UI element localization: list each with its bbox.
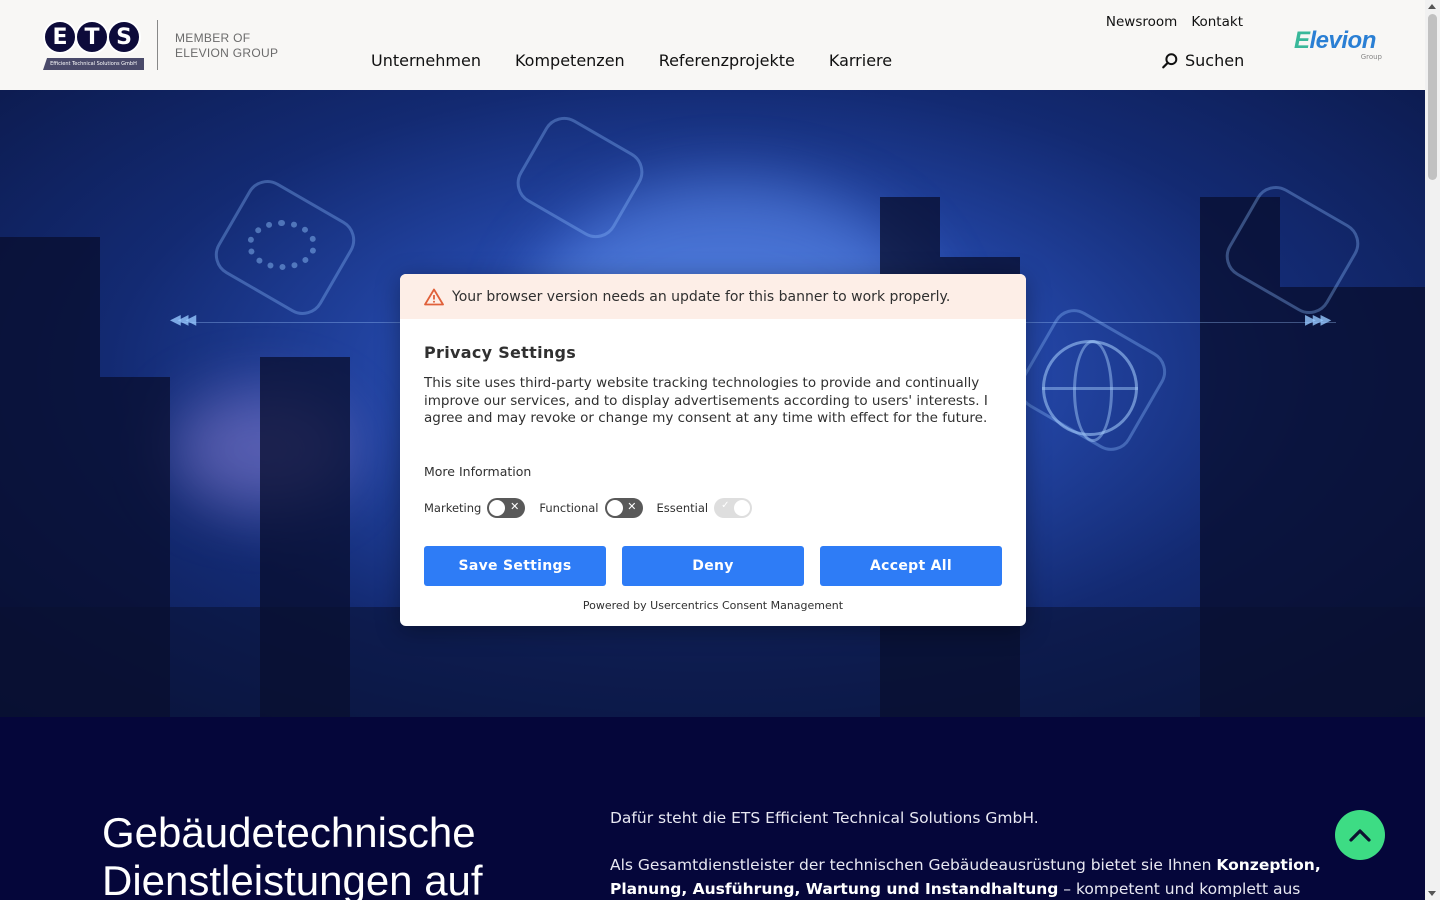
deny-button[interactable]: Deny [622, 546, 804, 586]
section-heading: Gebäudetechnische Dienstleistungen auf [102, 809, 483, 900]
nav-kompetenzen[interactable]: Kompetenzen [515, 51, 625, 70]
toggle-knob [734, 500, 751, 516]
logo-divider [157, 20, 158, 70]
network-line [1026, 322, 1336, 323]
toggle-label-essential: Essential [656, 501, 709, 515]
logo-letter-e: E [43, 20, 77, 54]
nav-unternehmen[interactable]: Unternehmen [371, 51, 481, 70]
gear-icon [247, 220, 317, 270]
logo-circles: E T S [43, 20, 141, 54]
dialog-description: This site uses third-party website track… [424, 375, 988, 426]
toggle-knob [606, 500, 623, 516]
elevion-group-label: Group [1360, 53, 1382, 61]
check-icon: ✓ [721, 500, 730, 511]
privacy-settings-dialog: Your browser version needs an update for… [400, 274, 1026, 626]
essential-toggle: ✓ [714, 498, 753, 518]
warning-icon [424, 288, 444, 305]
scrollbar-thumb[interactable] [1428, 14, 1437, 180]
section-text: Als Gesamtdienstleister der technischen … [610, 853, 1330, 900]
nav-referenzprojekte[interactable]: Referenzprojekte [659, 51, 795, 70]
elevion-logo[interactable]: Elevion Group [1294, 27, 1386, 63]
elevion-word-rest: levion [1309, 27, 1377, 54]
nav-karriere[interactable]: Karriere [829, 51, 892, 70]
browser-warning: Your browser version needs an update for… [400, 274, 1026, 319]
top-nav: Newsroom Kontakt [1106, 14, 1243, 30]
main-nav: Unternehmen Kompetenzen Referenzprojekte… [371, 51, 926, 70]
member-line-1: MEMBER OF [175, 31, 251, 45]
warning-text: Your browser version needs an update for… [452, 288, 951, 305]
dialog-buttons: Save Settings Deny Accept All [424, 546, 1002, 586]
back-to-top-button[interactable] [1335, 810, 1385, 860]
section-text-pre: Als Gesamtdienstleister der technischen … [610, 856, 1217, 874]
chevron-up-icon [1349, 829, 1371, 842]
close-icon: ✕ [627, 500, 637, 513]
arrow-left-icon: ◀◀◀ [170, 312, 196, 328]
member-line-2: ELEVION GROUP [175, 46, 279, 60]
globe-icon [1042, 340, 1138, 442]
toggle-label-marketing: Marketing [424, 501, 482, 515]
toggle-knob [489, 500, 506, 516]
functional-toggle[interactable]: ✕ [604, 498, 643, 518]
more-information-link[interactable]: More Information [424, 464, 531, 479]
nav-kontakt[interactable]: Kontakt [1191, 14, 1243, 30]
site-header: E T S Efficient Technical Solutions GmbH… [0, 0, 1425, 90]
powered-by-label: Powered by Usercentrics Consent Manageme… [582, 599, 844, 612]
accept-all-button[interactable]: Accept All [820, 546, 1002, 586]
toggle-label-functional: Functional [539, 501, 599, 515]
elevion-first-letter: E [1294, 27, 1310, 54]
member-of-label: MEMBER OF ELEVION GROUP [175, 31, 278, 61]
save-settings-button[interactable]: Save Settings [424, 546, 606, 586]
nav-newsroom[interactable]: Newsroom [1106, 14, 1177, 30]
logo-letter-s: S [107, 20, 141, 54]
consent-toggles: Marketing ✕ Functional ✕ Essential ✓ [424, 498, 760, 518]
search-label: Suchen [1185, 51, 1245, 70]
search-icon [1162, 52, 1178, 68]
close-icon: ✕ [510, 500, 520, 513]
intro-section: Gebäudetechnische Dienstleistungen auf D… [0, 717, 1425, 900]
logo-letter-t: T [75, 20, 109, 54]
scroll-down-arrow[interactable] [1428, 891, 1436, 896]
network-line [180, 322, 400, 323]
page-scrollbar[interactable] [1425, 0, 1440, 900]
ets-logo[interactable]: E T S Efficient Technical Solutions GmbH [43, 20, 145, 72]
logo-subtitle: Efficient Technical Solutions GmbH [43, 58, 144, 70]
dialog-title: Privacy Settings [424, 343, 577, 362]
elevion-wordmark: Elevion [1294, 27, 1376, 54]
scroll-up-arrow[interactable] [1428, 4, 1436, 9]
arrow-right-icon: ▶▶▶ [1305, 312, 1331, 328]
search-button[interactable]: Suchen [1161, 51, 1244, 70]
section-intro: Dafür steht die ETS Efficient Technical … [610, 809, 1039, 827]
marketing-toggle[interactable]: ✕ [487, 498, 526, 518]
